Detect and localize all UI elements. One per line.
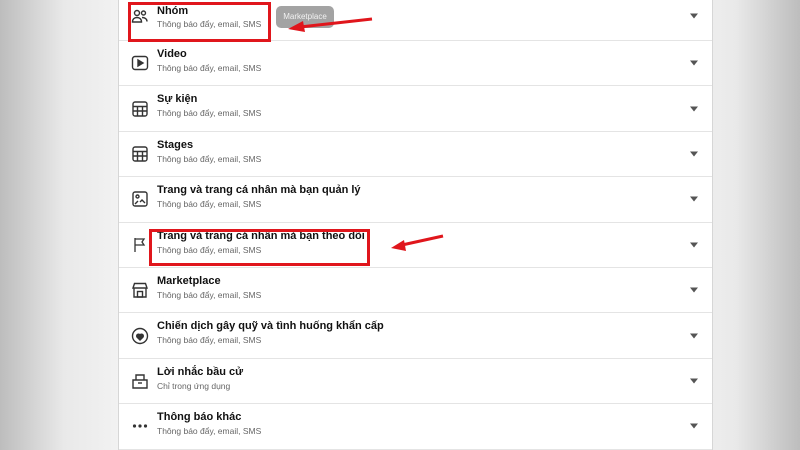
- setting-subtitle: Thông báo đẩy, email, SMS: [157, 63, 262, 73]
- setting-subtitle: Thông báo đẩy, email, SMS: [157, 335, 262, 346]
- chevron-down-icon[interactable]: [690, 378, 698, 384]
- setting-title: Sự kiện: [157, 93, 198, 106]
- group-icon: [131, 7, 149, 25]
- calendar-icon: [131, 100, 149, 118]
- flag-icon: [131, 236, 149, 254]
- fundraiser-icon: [131, 327, 149, 345]
- chevron-down-icon[interactable]: [690, 13, 698, 18]
- setting-subtitle: Chỉ trong ứng dụng: [157, 380, 231, 391]
- setting-title: Trang và trang cá nhân mà bạn theo dõi: [157, 229, 365, 242]
- setting-row-groups[interactable]: Nhóm Thông báo đẩy, email, SMS: [119, 0, 712, 41]
- chevron-down-icon[interactable]: [690, 287, 698, 293]
- marketplace-tooltip: Marketplace: [276, 6, 334, 28]
- setting-title: Video: [157, 48, 187, 60]
- setting-row-fundraisers[interactable]: Chiến dịch gây quỹ và tình huống khẩn cấ…: [119, 313, 712, 359]
- setting-title: Nhóm: [157, 5, 189, 17]
- setting-subtitle: Thông báo đẩy, email, SMS: [157, 153, 262, 164]
- setting-row-managed-pages[interactable]: Trang và trang cá nhân mà bạn quản lý Th…: [119, 177, 712, 223]
- setting-title: Chiến dịch gây quỹ và tình huống khẩn cấ…: [157, 320, 384, 333]
- chevron-down-icon[interactable]: [690, 60, 698, 66]
- setting-title: Stages: [157, 138, 194, 151]
- setting-row-followed-pages[interactable]: Trang và trang cá nhân mà bạn theo dõi T…: [119, 223, 712, 268]
- setting-subtitle: Thông báo đẩy, email, SMS: [157, 108, 262, 119]
- manage-page-icon: [131, 190, 149, 208]
- setting-title: Trang và trang cá nhân mà bạn quản lý: [157, 184, 361, 197]
- setting-row-marketplace[interactable]: Marketplace Thông báo đẩy, email, SMS: [119, 268, 712, 314]
- setting-subtitle: Thông báo đẩy, email, SMS: [157, 19, 262, 29]
- setting-row-video[interactable]: Video Thông báo đẩy, email, SMS: [119, 41, 712, 87]
- notification-settings-panel: Nhóm Thông báo đẩy, email, SMS Video Thô…: [118, 0, 713, 450]
- setting-row-stages[interactable]: Stages Thông báo đẩy, email, SMS: [119, 132, 712, 178]
- calendar-icon: [131, 145, 149, 163]
- chevron-down-icon[interactable]: [690, 196, 698, 202]
- setting-subtitle: Thông báo đẩy, email, SMS: [157, 426, 262, 437]
- setting-subtitle: Thông báo đẩy, email, SMS: [157, 244, 262, 255]
- setting-title: Thông báo khác: [157, 411, 242, 424]
- setting-row-events[interactable]: Sự kiện Thông báo đẩy, email, SMS: [119, 86, 712, 132]
- setting-row-election-reminders[interactable]: Lời nhắc bầu cử Chỉ trong ứng dụng: [119, 359, 712, 405]
- setting-subtitle: Thông báo đẩy, email, SMS: [157, 199, 262, 210]
- chevron-down-icon[interactable]: [690, 242, 698, 248]
- setting-row-other[interactable]: Thông báo khác Thông báo đẩy, email, SMS: [119, 404, 712, 450]
- ballot-icon: [131, 372, 149, 390]
- store-icon: [131, 281, 149, 299]
- chevron-down-icon[interactable]: [690, 423, 698, 429]
- chevron-down-icon[interactable]: [690, 106, 698, 112]
- video-icon: [131, 54, 149, 72]
- setting-title: Lời nhắc bầu cử: [157, 365, 244, 378]
- more-icon: [131, 417, 149, 435]
- chevron-down-icon[interactable]: [690, 151, 698, 157]
- chevron-down-icon[interactable]: [690, 333, 698, 339]
- setting-title: Marketplace: [157, 274, 221, 287]
- setting-subtitle: Thông báo đẩy, email, SMS: [157, 289, 262, 300]
